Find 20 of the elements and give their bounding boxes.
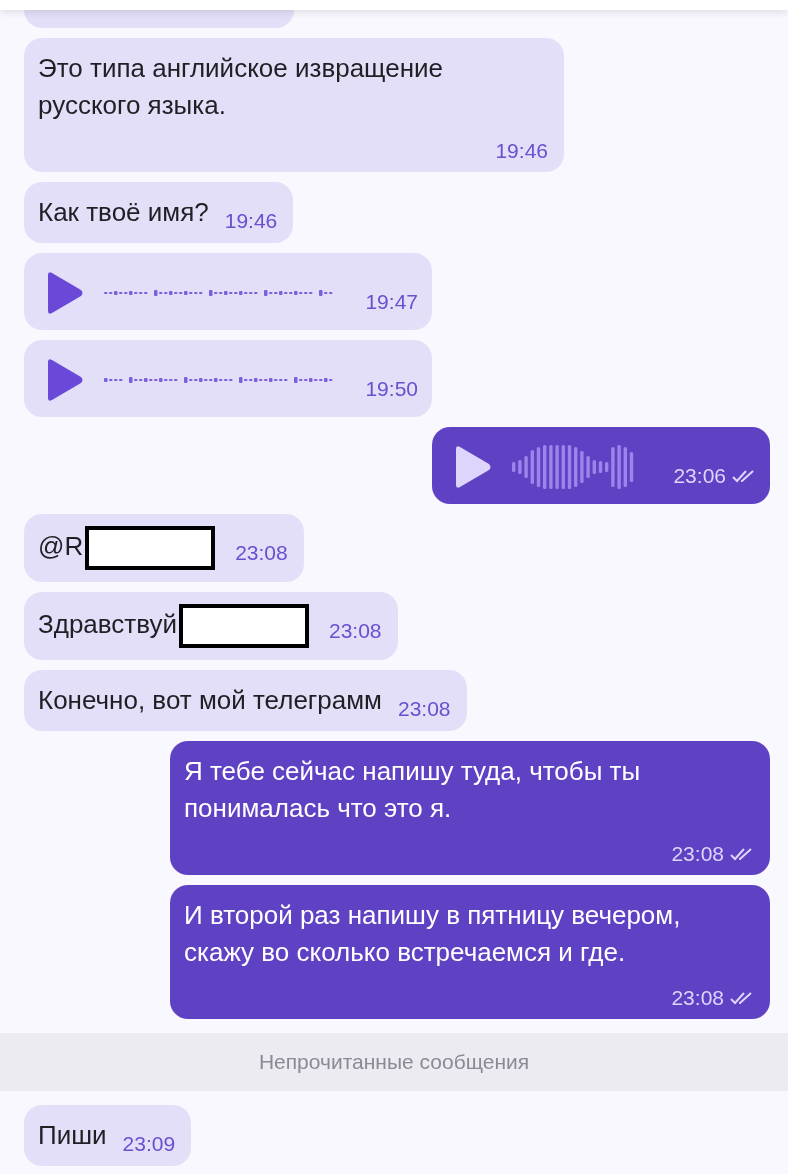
message-text: И второй раз напишу в пятницу вечером, скажу во сколько встречаемся и где.	[184, 899, 682, 969]
message-text: Как твоё имя?	[38, 196, 209, 229]
message-text: Конечно, вот мой телеграмм	[38, 684, 382, 717]
message-time: 23:08	[329, 618, 382, 644]
message-time: 23:08	[398, 696, 451, 722]
message-time: 23:08	[235, 540, 288, 566]
message-time: 23:08	[671, 983, 754, 1013]
message-text: @R	[38, 529, 84, 563]
message-time: 19:50	[365, 375, 418, 402]
message-time: 19:47	[365, 288, 418, 315]
message-time: 19:46	[224, 208, 278, 234]
message-text: Здравствуй	[38, 607, 177, 641]
message-time: 23:09	[122, 1131, 176, 1157]
message-text: Это типа английское извращение русского языка.	[38, 52, 445, 122]
unread-label: Непрочитанные сообщения	[258, 1050, 530, 1074]
message-time: 23:08	[671, 839, 754, 869]
message-time: 19:46	[495, 138, 548, 164]
message-text: Я тебе сейчас напишу туда, чтобы ты понималась что это я.	[184, 755, 642, 825]
message-text: Пиши	[38, 1119, 107, 1152]
message-time: 23:06	[673, 460, 756, 491]
